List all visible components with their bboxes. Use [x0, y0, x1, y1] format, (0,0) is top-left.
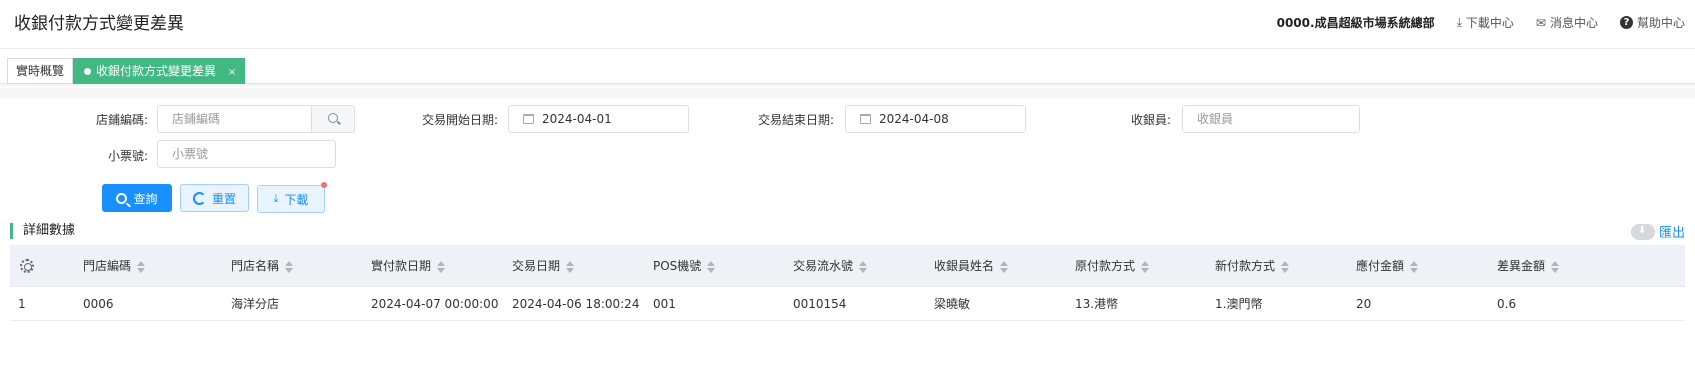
column-label: 交易日期	[512, 259, 561, 273]
column-label: 差異金額	[1497, 259, 1546, 273]
download-button[interactable]: ⤓ 下載	[257, 185, 325, 213]
calendar-icon	[523, 114, 534, 124]
sort-icon[interactable]	[1281, 260, 1290, 273]
store-code-input[interactable]: 店鋪編碼	[157, 105, 312, 133]
sort-icon[interactable]	[1141, 260, 1150, 273]
table-row[interactable]: 1 0006 海洋分店 2024-04-07 00:00:00 2024-04-…	[10, 287, 1685, 321]
column-header[interactable]: 收銀員姓名	[934, 245, 1009, 287]
column-label: 門店編碼	[83, 259, 132, 273]
column-label: POS機號	[653, 259, 702, 273]
sort-icon[interactable]	[859, 260, 868, 273]
cashier-input[interactable]: 收銀員	[1182, 105, 1360, 133]
query-button[interactable]: 查詢	[102, 184, 172, 212]
column-label: 收銀員姓名	[934, 259, 995, 273]
download-center-label: 下載中心	[1465, 16, 1514, 30]
column-header[interactable]: 交易日期	[512, 245, 575, 287]
data-table: 門店編碼 門店名稱 實付款日期 交易日期 POS機號 交易流水號 收銀員姓名 原…	[10, 245, 1685, 321]
reset-button[interactable]: 重置	[180, 184, 249, 212]
sort-icon[interactable]	[437, 260, 446, 273]
cashier-label: 收銀員:	[1130, 113, 1171, 127]
column-header[interactable]: 應付金額	[1356, 245, 1419, 287]
column-header[interactable]: 交易流水號	[793, 245, 868, 287]
table-cell: 2024-04-06 18:00:24	[512, 297, 640, 311]
column-label: 實付款日期	[371, 259, 432, 273]
start-date-label: 交易開始日期:	[421, 113, 498, 127]
column-header[interactable]: 原付款方式	[1075, 245, 1150, 287]
table-cell: 梁曉敏	[934, 297, 971, 311]
help-icon: ?	[1619, 16, 1633, 29]
page-title: 收銀付款方式變更差異	[14, 14, 184, 34]
column-header[interactable]: 門店名稱	[231, 245, 294, 287]
start-date-picker[interactable]: 2024-04-01	[508, 105, 689, 133]
message-center-link[interactable]: ✉ 消息中心	[1536, 14, 1598, 31]
download-label: 下載	[284, 192, 309, 207]
tabs-bar: 實時概覽 收銀付款方式變更差異 ×	[0, 48, 1695, 84]
calendar-icon	[860, 114, 871, 124]
sort-icon[interactable]	[285, 260, 294, 273]
store-code-label: 店鋪編碼:	[95, 113, 148, 127]
sort-icon[interactable]	[566, 260, 575, 273]
sort-icon[interactable]	[1551, 260, 1560, 273]
top-bar: 收銀付款方式變更差異 0000.成昌超級市場系統總部 ⤓ 下載中心 ✉ 消息中心…	[0, 0, 1695, 44]
tab-payment-change-diff[interactable]: 收銀付款方式變更差異 ×	[73, 58, 246, 84]
sort-icon[interactable]	[1000, 260, 1009, 273]
receipt-no-label: 小票號:	[107, 149, 148, 163]
table-cell: 1.澳門幣	[1215, 297, 1263, 311]
column-header[interactable]: 差異金額	[1497, 245, 1560, 287]
table-header: 門店編碼 門店名稱 實付款日期 交易日期 POS機號 交易流水號 收銀員姓名 原…	[10, 245, 1685, 287]
column-header[interactable]: 新付款方式	[1215, 245, 1290, 287]
gear-icon[interactable]	[20, 259, 34, 273]
store-search-button[interactable]	[311, 105, 355, 133]
table-cell: 海洋分店	[231, 297, 280, 311]
help-center-link[interactable]: ? 幫助中心	[1619, 14, 1685, 31]
table-cell: 0.6	[1497, 297, 1517, 311]
message-center-label: 消息中心	[1549, 16, 1598, 30]
table-cell: 2024-04-07 00:00:00	[371, 297, 499, 311]
sort-icon[interactable]	[1410, 260, 1419, 273]
column-label: 新付款方式	[1215, 259, 1276, 273]
export-label: 匯出	[1658, 226, 1685, 241]
column-header[interactable]: POS機號	[653, 245, 716, 287]
table-cell: 001	[653, 297, 676, 311]
top-right-menu: 0000.成昌超級市場系統總部 ⤓ 下載中心 ✉ 消息中心 ? 幫助中心	[1277, 14, 1685, 31]
column-header[interactable]: 門店編碼	[83, 245, 146, 287]
end-date-picker[interactable]: 2024-04-08	[845, 105, 1026, 133]
mail-icon: ✉	[1535, 15, 1546, 30]
export-button[interactable]: 匯出	[1630, 222, 1685, 241]
table-cell: 0006	[83, 297, 114, 311]
notification-dot	[321, 182, 327, 188]
table-cell: 0010154	[793, 297, 847, 311]
start-date-value: 2024-04-01	[542, 112, 612, 126]
refresh-icon	[192, 191, 206, 205]
column-label: 交易流水號	[793, 259, 854, 273]
end-date-value: 2024-04-08	[879, 112, 949, 126]
reset-label: 重置	[211, 191, 236, 206]
table-cell: 13.港幣	[1075, 297, 1119, 311]
help-center-label: 幫助中心	[1636, 16, 1685, 30]
column-header[interactable]: 實付款日期	[371, 245, 446, 287]
search-icon	[328, 113, 338, 123]
query-label: 查詢	[133, 191, 158, 206]
end-date-label: 交易結束日期:	[757, 113, 834, 127]
row-index: 1	[18, 297, 26, 311]
cloud-download-icon	[1630, 223, 1655, 240]
search-icon	[116, 192, 128, 204]
receipt-no-input[interactable]: 小票號	[157, 140, 336, 168]
download-center-link[interactable]: ⤓ 下載中心	[1457, 14, 1514, 31]
sort-icon[interactable]	[137, 260, 146, 273]
sort-icon[interactable]	[707, 260, 716, 273]
tab-realtime-overview[interactable]: 實時概覽	[7, 58, 74, 84]
column-label: 門店名稱	[231, 259, 280, 273]
section-title: 詳細數據	[10, 223, 75, 239]
tab-label: 實時概覽	[16, 64, 65, 78]
download-icon: ⤓	[273, 192, 279, 205]
divider	[0, 88, 1695, 98]
close-icon[interactable]: ×	[228, 67, 236, 78]
tab-label: 收銀付款方式變更差異	[96, 64, 217, 78]
column-label: 應付金額	[1356, 259, 1405, 273]
company-name[interactable]: 0000.成昌超級市場系統總部	[1277, 14, 1435, 31]
download-icon: ⤓	[1456, 15, 1462, 29]
table-cell: 20	[1356, 297, 1372, 311]
column-label: 原付款方式	[1075, 259, 1136, 273]
